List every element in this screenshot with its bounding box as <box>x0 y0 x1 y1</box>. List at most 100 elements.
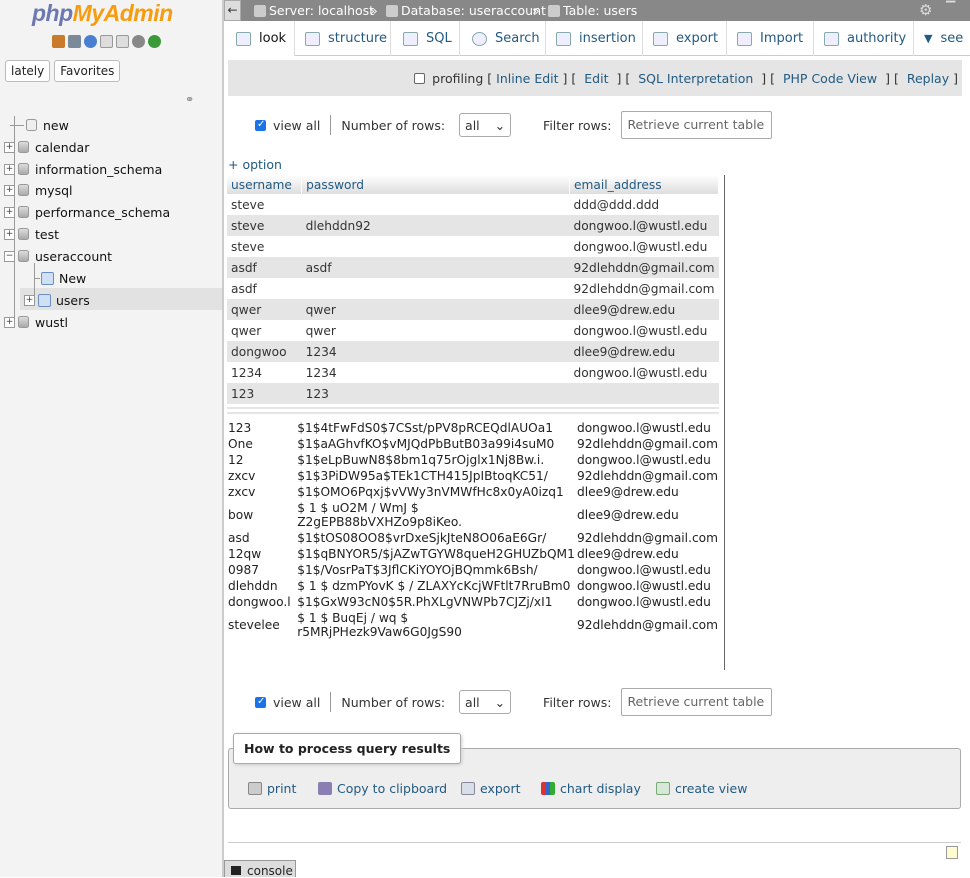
phpmyadmin-logo[interactable]: phpMyAdmin <box>32 0 173 27</box>
collapse-nav-arrow-icon[interactable]: ← <box>224 0 241 21</box>
tree-item-useraccount[interactable]: − useraccount <box>4 246 112 266</box>
column-header-email[interactable]: email_address <box>569 175 720 194</box>
cell-password[interactable] <box>301 236 570 257</box>
expand-icon[interactable]: + <box>24 294 35 306</box>
tree-item-information-schema[interactable]: + information_schema <box>4 159 162 179</box>
table-row[interactable]: zxcv $1$3PiDW95a$TEk1CTH415JpIBtoqKC51/92… <box>227 468 719 484</box>
cell-username[interactable]: 123 <box>227 420 296 436</box>
cell-username[interactable]: asd <box>227 530 296 546</box>
table-row[interactable]: steve ddd@ddd.ddd <box>227 194 719 215</box>
table-row[interactable]: One $1$aAGhvfKO$vMJQdPbButB03a99i4suM0 92d… <box>227 436 719 452</box>
cell-email[interactable]: dongwoo.l@wustl.edu <box>569 215 719 236</box>
inline-edit-link[interactable]: Inline Edit <box>496 71 558 86</box>
cell-username[interactable]: qwer <box>227 320 302 341</box>
cell-username[interactable]: steve <box>227 215 302 236</box>
table-row[interactable]: asdf asdf 92dlehddn@gmail.com <box>227 257 719 278</box>
chart-display-link[interactable]: chart display <box>541 781 641 796</box>
collapse-menu-icon[interactable]: ▔ <box>946 1 955 15</box>
tree-item-users[interactable]: + users <box>24 290 90 310</box>
tree-item-new[interactable]: new <box>10 115 69 135</box>
collapse-icon[interactable]: − <box>4 250 15 262</box>
expand-icon[interactable]: + <box>4 206 15 218</box>
help-icon[interactable] <box>84 35 97 48</box>
tab-sql[interactable]: SQL <box>391 21 460 56</box>
cell-username[interactable]: 12qw <box>227 546 296 562</box>
cell-username[interactable]: steve <box>227 236 302 257</box>
tab-export[interactable]: export <box>643 21 727 56</box>
table-row[interactable]: dlehddn $ 1 $ dzmPYovK $ / ZLAXYcKcjWFtlt… <box>227 578 719 594</box>
tab-browse[interactable]: look <box>224 21 295 56</box>
table-row[interactable]: stevelee $ 1 $ BuqEj / wq $ r5MRjPHezk9Va… <box>227 610 719 640</box>
cell-email[interactable]: 92dlehddn@gmail.com <box>576 468 719 484</box>
tree-item-wustl[interactable]: + wustl <box>4 312 68 332</box>
cell-email[interactable]: 92dlehddn@gmail.com <box>569 278 719 299</box>
cell-password[interactable]: qwer <box>301 320 570 341</box>
cell-password[interactable]: $1$/VosrPaT$3JflCKiYOYOjBQmmk6Bsh/ <box>296 562 576 578</box>
expand-icon[interactable]: + <box>4 141 15 153</box>
table-row[interactable]: 123 $1$4tFwFdS0$7CSst/pPV8pRCEQdlAUOa1 don… <box>227 420 719 436</box>
view-all-checkbox[interactable] <box>255 696 266 708</box>
cell-email[interactable]: ddd@ddd.ddd <box>569 194 719 215</box>
edit-link[interactable]: Edit <box>584 71 608 86</box>
cell-username[interactable]: 1234 <box>227 362 302 383</box>
column-header-username[interactable]: username <box>227 175 303 194</box>
docs-icon[interactable] <box>100 35 113 48</box>
cell-password[interactable] <box>301 194 570 215</box>
cell-email[interactable]: dlee9@drew.edu <box>569 299 719 320</box>
table-row[interactable]: 0987 $1$/VosrPaT$3JflCKiYOYOjBQmmk6Bsh/do… <box>227 562 719 578</box>
cell-password[interactable]: asdf <box>301 257 570 278</box>
cell-email[interactable]: 92dlehddn@gmail.com <box>576 530 719 546</box>
cell-password[interactable]: $1$GxW93cN0$5R.PhXLgVNWPb7CJZj/xI1 <box>296 594 576 610</box>
cell-email[interactable]: dongwoo.l@wustl.edu <box>576 452 719 468</box>
cell-username[interactable]: asdf <box>227 257 302 278</box>
cell-password[interactable]: $1$3PiDW95a$TEk1CTH415JpIBtoqKC51/ <box>296 468 576 484</box>
favorites-tab[interactable]: Favorites <box>54 60 121 82</box>
filter-rows-input[interactable]: Retrieve current table <box>621 688 773 716</box>
table-row[interactable]: bow $ 1 $ uO2M / WmJ $ Z2gEPB88bVXHZo9p8i… <box>227 500 719 530</box>
rows-select[interactable]: all ⌄ <box>459 113 512 137</box>
breadcrumb-server[interactable]: Server: localhost <box>254 3 374 18</box>
cell-username[interactable]: 12 <box>227 452 296 468</box>
cell-email[interactable]: dlee9@drew.edu <box>576 484 719 500</box>
cell-password[interactable]: 1234 <box>301 362 570 383</box>
cell-password[interactable]: $ 1 $ dzmPYovK $ / ZLAXYcKcjWFtlt7RruBm0 <box>296 578 576 594</box>
table-row[interactable]: zxcv $1$OMO6Pqxj$vVWy3nVMWfHc8x0yA0izq1 dl… <box>227 484 719 500</box>
expand-icon[interactable]: + <box>4 316 15 328</box>
table-row[interactable]: dongwoo 1234 dlee9@drew.edu <box>227 341 719 362</box>
cell-email[interactable]: dongwoo.l@wustl.edu <box>576 578 719 594</box>
table-row[interactable]: asd $1$tOS08OO8$vrDxeSjkJteN8O06aE6Gr/92d… <box>227 530 719 546</box>
cell-username[interactable]: 123 <box>227 383 302 404</box>
cell-username[interactable]: zxcv <box>227 484 296 500</box>
recent-tab[interactable]: lately <box>5 60 51 82</box>
cell-email[interactable]: dongwoo.l@wustl.edu <box>569 320 719 341</box>
cell-email[interactable]: dlee9@drew.edu <box>576 546 719 562</box>
table-row[interactable]: qwer qwer dongwoo.l@wustl.edu <box>227 320 719 341</box>
settings-gear-icon[interactable] <box>132 35 145 48</box>
table-row[interactable]: 123 123 <box>227 383 719 404</box>
cell-password[interactable]: $ 1 $ BuqEj / wq $ r5MRjPHezk9Vaw6G0JgS9… <box>296 610 576 640</box>
cell-email[interactable]: 92dlehddn@gmail.com <box>569 257 719 278</box>
reload-icon[interactable] <box>148 35 161 48</box>
tree-item-mysql[interactable]: + mysql <box>4 180 73 200</box>
tab-insert[interactable]: insertion <box>546 21 643 56</box>
home-icon[interactable] <box>52 35 65 48</box>
table-row[interactable]: steve dongwoo.l@wustl.edu <box>227 236 719 257</box>
cell-username[interactable]: One <box>227 436 296 452</box>
expand-icon[interactable]: + <box>4 184 15 196</box>
cell-username[interactable]: dongwoo.l <box>227 594 296 610</box>
export-link[interactable]: export <box>461 781 521 796</box>
table-row[interactable]: qwer qwer dlee9@drew.edu <box>227 299 719 320</box>
view-all-checkbox[interactable] <box>255 119 266 131</box>
cell-email[interactable] <box>569 383 719 404</box>
notepad-icon[interactable] <box>946 846 958 859</box>
cell-password[interactable]: $1$aAGhvfKO$vMJQdPbButB03a99i4suM0 <box>296 436 576 452</box>
table-row[interactable]: steve dlehddn92 dongwoo.l@wustl.edu <box>227 215 719 236</box>
cell-password[interactable]: 123 <box>301 383 570 404</box>
options-link[interactable]: + option <box>228 157 282 172</box>
php-code-view-link[interactable]: PHP Code View <box>783 71 877 86</box>
table-row[interactable]: asdf 92dlehddn@gmail.com <box>227 278 719 299</box>
cell-email[interactable]: dongwoo.l@wustl.edu <box>569 362 719 383</box>
cell-password[interactable]: $ 1 $ uO2M / WmJ $ Z2gEPB88bVXHZo9p8iKeo… <box>296 500 576 530</box>
tab-structure[interactable]: structure <box>295 21 391 56</box>
tree-item-test[interactable]: + test <box>4 224 59 244</box>
